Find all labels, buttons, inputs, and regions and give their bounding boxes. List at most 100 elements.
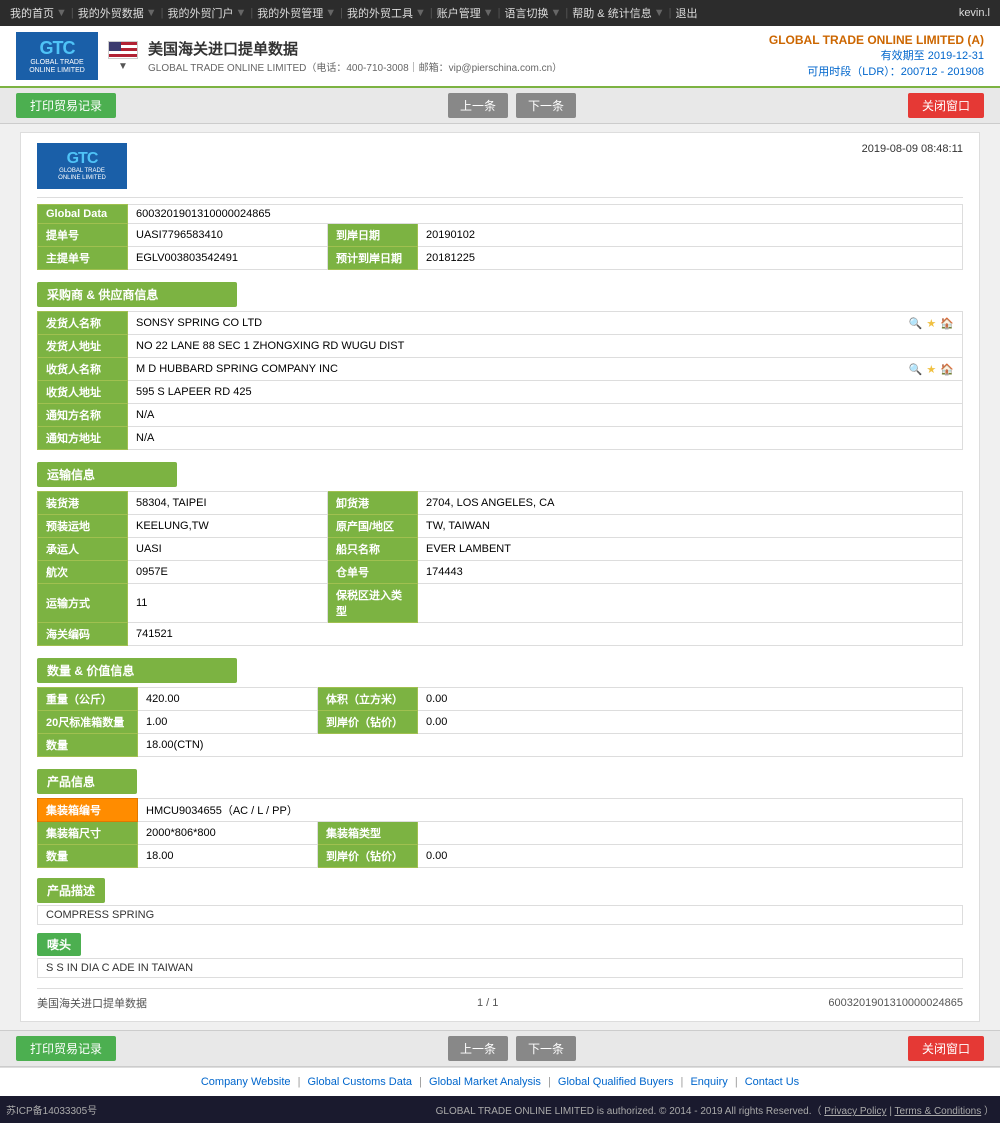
notify-name-label: 通知方名称 bbox=[38, 404, 128, 427]
arrival-price-value: 0.00 bbox=[418, 711, 963, 734]
product-desc-value: COMPRESS SPRING bbox=[37, 905, 963, 925]
product-section-header: 产品信息 bbox=[37, 769, 137, 794]
container-size-value: 2000*806*800 bbox=[138, 822, 318, 845]
consignee-search-icon[interactable]: 🔍 bbox=[909, 363, 923, 376]
footer-contact-link[interactable]: Contact Us bbox=[745, 1076, 799, 1088]
notify-addr-value: N/A bbox=[128, 427, 963, 450]
consignee-name-value: M D HUBBARD SPRING COMPANY INC 🔍 ★ 🏠 bbox=[128, 358, 963, 381]
global-data-label: Global Data bbox=[38, 205, 128, 224]
next-button-bottom[interactable]: 下一条 bbox=[516, 1036, 576, 1061]
qty-label: 数量 bbox=[38, 734, 138, 757]
shipper-name-label: 发货人名称 bbox=[38, 312, 128, 335]
consignee-name-label: 收货人名称 bbox=[38, 358, 128, 381]
container-num-label: 集装箱编号 bbox=[38, 799, 138, 822]
product-qty-value: 18.00 bbox=[138, 845, 318, 868]
customs-code-label: 海关编码 bbox=[38, 623, 128, 646]
transport-mode-label: 运输方式 bbox=[38, 584, 128, 623]
consignee-star-icon[interactable]: ★ bbox=[926, 363, 936, 376]
doc-timestamp: 2019-08-09 08:48:11 bbox=[862, 143, 963, 155]
shipper-search-icon[interactable]: 🔍 bbox=[909, 317, 923, 330]
page-id: 6003201901310000024865 bbox=[828, 997, 963, 1009]
pre-carriage-label: 预装运地 bbox=[38, 515, 128, 538]
product-qty-label: 数量 bbox=[38, 845, 138, 868]
nav-tools[interactable]: 我的外贸工具 bbox=[347, 5, 413, 21]
bonded-value bbox=[418, 584, 963, 623]
shipper-name-value: SONSY SPRING CO LTD 🔍 ★ 🏠 bbox=[128, 312, 963, 335]
shipper-home-icon[interactable]: 🏠 bbox=[940, 317, 954, 330]
notify-addr-label: 通知方地址 bbox=[38, 427, 128, 450]
footer-market-link[interactable]: Global Market Analysis bbox=[429, 1076, 541, 1088]
arrival-price-label: 到岸价（钻价） bbox=[318, 711, 418, 734]
nav-account[interactable]: 账户管理 bbox=[437, 5, 481, 21]
footer-enquiry-link[interactable]: Enquiry bbox=[690, 1076, 727, 1088]
nav-manage[interactable]: 我的外贸管理 bbox=[257, 5, 323, 21]
nav-help[interactable]: 帮助 & 统计信息 bbox=[572, 5, 651, 21]
voyage-label: 航次 bbox=[38, 561, 128, 584]
nav-export[interactable]: 我的外贸门户 bbox=[168, 5, 234, 21]
shipper-star-icon[interactable]: ★ bbox=[926, 317, 936, 330]
footer-company-link[interactable]: Company Website bbox=[201, 1076, 291, 1088]
vessel-name-label: 船只名称 bbox=[328, 538, 418, 561]
logo: GTC GLOBAL TRADEONLINE LIMITED bbox=[16, 32, 98, 80]
master-bill-value: EGLV003803542491 bbox=[128, 247, 328, 270]
nav-logout[interactable]: 退出 bbox=[675, 5, 697, 21]
next-button-top[interactable]: 下一条 bbox=[516, 93, 576, 118]
arrival-date-label: 到岸日期 bbox=[328, 224, 418, 247]
transport-mode-value: 11 bbox=[128, 584, 328, 623]
doc-footer-label: 美国海关进口提单数据 bbox=[37, 995, 147, 1011]
consignee-addr-label: 收货人地址 bbox=[38, 381, 128, 404]
bonded-label: 保税区进入类型 bbox=[328, 584, 418, 623]
weight-label: 重量（公斤） bbox=[38, 688, 138, 711]
transport-section-header: 运输信息 bbox=[37, 462, 177, 487]
shipper-addr-value: NO 22 LANE 88 SEC 1 ZHONGXING RD WUGU DI… bbox=[128, 335, 963, 358]
flag-divider: ▼ bbox=[108, 41, 138, 72]
consignee-home-icon[interactable]: 🏠 bbox=[940, 363, 954, 376]
icp-number: 苏ICP备14033305号 bbox=[6, 1102, 97, 1117]
voyage-value: 0957E bbox=[128, 561, 328, 584]
bill-no-value: UASI7796583410 bbox=[128, 224, 328, 247]
qty-value: 18.00(CTN) bbox=[138, 734, 963, 757]
marks-header: 唛头 bbox=[37, 933, 81, 956]
privacy-policy-link[interactable]: Privacy Policy bbox=[824, 1106, 886, 1117]
carrier-label: 承运人 bbox=[38, 538, 128, 561]
ldr-label: 可用时段（LDR）：200712 - 201908 bbox=[769, 63, 984, 79]
origin-label: 原产国/地区 bbox=[328, 515, 418, 538]
customs-code-value: 741521 bbox=[128, 623, 963, 646]
container-type-label: 集装箱类型 bbox=[318, 822, 418, 845]
print-button-bottom[interactable]: 打印贸易记录 bbox=[16, 1036, 116, 1061]
volume-value: 0.00 bbox=[418, 688, 963, 711]
page-title: 美国海关进口提单数据 bbox=[148, 38, 562, 59]
origin-value: TW, TAIWAN bbox=[418, 515, 963, 538]
shipper-addr-label: 发货人地址 bbox=[38, 335, 128, 358]
discharge-port-value: 2704, LOS ANGELES, CA bbox=[418, 492, 963, 515]
container20-label: 20尺标准箱数量 bbox=[38, 711, 138, 734]
print-button-top[interactable]: 打印贸易记录 bbox=[16, 93, 116, 118]
nav-my-data[interactable]: 我的外贸数据 bbox=[78, 5, 144, 21]
container-type-value bbox=[418, 822, 963, 845]
prev-button-bottom[interactable]: 上一条 bbox=[448, 1036, 508, 1061]
quantity-section-header: 数量 & 价值信息 bbox=[37, 658, 237, 683]
load-port-value: 58304, TAIPEI bbox=[128, 492, 328, 515]
weight-value: 420.00 bbox=[138, 688, 318, 711]
copyright-text: GLOBAL TRADE ONLINE LIMITED is authorize… bbox=[436, 1106, 822, 1117]
marks-value: S S IN DIA C ADE IN TAIWAN bbox=[37, 958, 963, 978]
discharge-port-label: 卸货港 bbox=[328, 492, 418, 515]
carrier-value: UASI bbox=[128, 538, 328, 561]
pre-carriage-value: KEELUNG,TW bbox=[128, 515, 328, 538]
close-button-bottom[interactable]: 关闭窗口 bbox=[908, 1036, 984, 1061]
close-button-top[interactable]: 关闭窗口 bbox=[908, 93, 984, 118]
footer-customs-link[interactable]: Global Customs Data bbox=[308, 1076, 413, 1088]
nav-home[interactable]: 我的首页 bbox=[10, 5, 54, 21]
nav-language[interactable]: 语言切换 bbox=[505, 5, 549, 21]
vessel-name-value: EVER LAMBENT bbox=[418, 538, 963, 561]
footer-buyers-link[interactable]: Global Qualified Buyers bbox=[558, 1076, 674, 1088]
prev-button-top[interactable]: 上一条 bbox=[448, 93, 508, 118]
brand-label: GLOBAL TRADE ONLINE LIMITED (A) bbox=[769, 33, 984, 47]
estimated-arrival-label: 预计到岸日期 bbox=[328, 247, 418, 270]
terms-conditions-link[interactable]: Terms & Conditions bbox=[895, 1106, 982, 1117]
global-data-value: 6003201901310000024865 bbox=[128, 205, 963, 224]
doc-logo: GTC GLOBAL TRADEONLINE LIMITED bbox=[37, 143, 127, 189]
container-num-value: HMCU9034655（AC / L / PP） bbox=[138, 799, 963, 822]
container20-value: 1.00 bbox=[138, 711, 318, 734]
top-nav: 我的首页 ▼ | 我的外贸数据 ▼ | 我的外贸门户 ▼ | 我的外贸管理 ▼ … bbox=[10, 5, 697, 21]
